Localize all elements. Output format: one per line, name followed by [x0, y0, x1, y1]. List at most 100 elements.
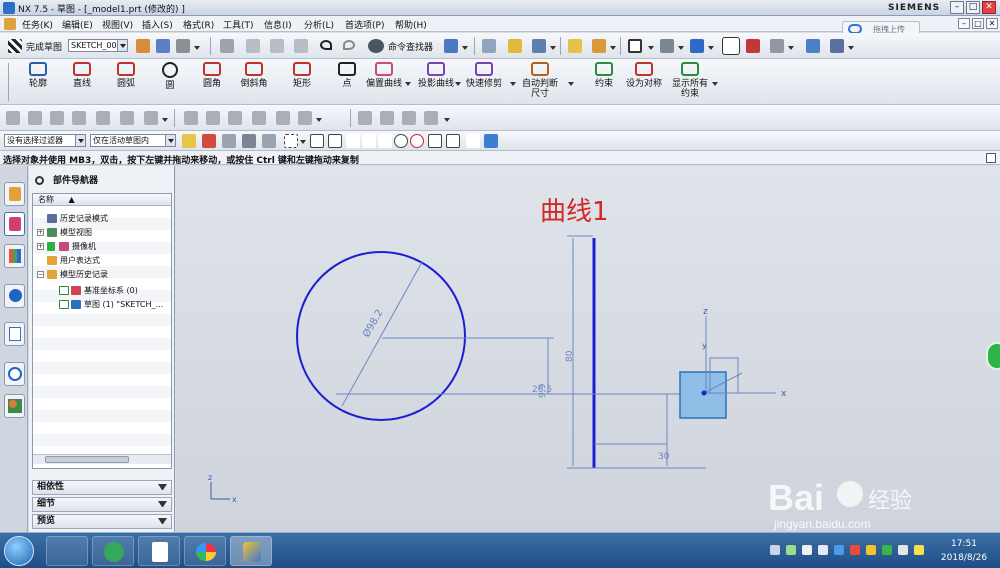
menu-preferences[interactable]: 首选项(P)	[345, 18, 384, 31]
expand-icon[interactable]: +	[37, 229, 44, 236]
tray-input-icon[interactable]	[818, 545, 828, 555]
tray-network-icon[interactable]	[882, 545, 892, 555]
floating-speed-widget[interactable]	[986, 342, 1000, 370]
tree-node[interactable]: + 摄像机	[37, 240, 169, 253]
menu-insert[interactable]: 插入(S)	[142, 18, 173, 31]
snap-existing-point-icon[interactable]	[428, 134, 442, 148]
type-filter-select[interactable]: 没有选择过滤器	[4, 134, 86, 147]
chevron-down-icon[interactable]	[462, 46, 468, 50]
finish-sketch-icon[interactable]	[8, 39, 22, 53]
tree-node[interactable]: 基准坐标系 (0)	[49, 284, 169, 297]
doc-close-button[interactable]: ✕	[986, 18, 998, 29]
assembly-navigator-tab[interactable]	[4, 182, 25, 206]
menu-edit[interactable]: 编辑(E)	[62, 18, 93, 31]
taskbar-app-document[interactable]	[138, 536, 180, 566]
snap-enable-icon[interactable]	[310, 134, 324, 148]
snap-point-on-surface-icon[interactable]	[466, 134, 480, 148]
tool-offset-curve-button[interactable]: 偏置曲线	[362, 62, 406, 89]
snap-quadrant-icon[interactable]	[410, 134, 424, 148]
part-navigator-tab[interactable]	[4, 212, 25, 236]
selection-scope-select[interactable]: 仅在活动草图内	[90, 134, 176, 147]
collapse-icon[interactable]: −	[37, 271, 44, 278]
transform-icon[interactable]	[532, 39, 546, 53]
measure-angle-icon[interactable]	[592, 39, 606, 53]
tree-node[interactable]: 草图 (1) "SKETCH_...	[49, 298, 169, 311]
doc-restore-button[interactable]: □	[972, 18, 984, 29]
chevron-down-icon[interactable]	[708, 46, 714, 50]
select-feature-icon[interactable]	[242, 134, 256, 148]
sketch-view-icon[interactable]	[722, 37, 740, 55]
name-column-header[interactable]: 名称 ▲	[33, 194, 171, 206]
snap-intersection-icon[interactable]	[378, 134, 392, 148]
tray-app-icon[interactable]	[834, 545, 844, 555]
menu-analysis[interactable]: 分析(L)	[304, 18, 334, 31]
web-browser-tab[interactable]	[4, 284, 25, 308]
preview-panel[interactable]: 预览	[32, 514, 172, 529]
tool-show-constraints-button[interactable]: 显示所有 约束	[668, 62, 712, 99]
tool-rectangle-button[interactable]: 矩形	[280, 62, 324, 89]
chevron-down-icon[interactable]	[610, 46, 616, 50]
expand-icon[interactable]: +	[37, 243, 44, 250]
snap-endpoint-icon[interactable]	[328, 134, 342, 148]
tool-chamfer-button[interactable]: 倒斜角	[232, 62, 276, 89]
tool-constraint-button[interactable]: 约束	[582, 62, 626, 89]
scrollbar-thumb[interactable]	[45, 456, 129, 463]
tray-flag-icon[interactable]	[914, 545, 924, 555]
snap-midpoint-icon[interactable]	[346, 134, 360, 148]
tool-project-curve-button[interactable]: 投影曲线	[414, 62, 458, 89]
undo-icon[interactable]	[320, 40, 332, 50]
snap-control-point-icon[interactable]	[362, 134, 376, 148]
tool-profile-button[interactable]: 轮廓	[16, 62, 60, 89]
tray-expand-icon[interactable]	[770, 545, 780, 555]
menu-format[interactable]: 格式(R)	[183, 18, 214, 31]
tray-sound-icon[interactable]	[898, 545, 908, 555]
horizontal-offset-dimension[interactable]: 30	[658, 452, 670, 462]
tray-wechat-icon[interactable]	[786, 545, 796, 555]
horizontal-scrollbar[interactable]	[33, 454, 171, 464]
sketch-orient-icon[interactable]	[156, 39, 170, 53]
tray-volume-icon[interactable]	[850, 545, 860, 555]
chevron-down-icon[interactable]	[788, 46, 794, 50]
tree-node[interactable]: + 模型视图	[37, 226, 169, 239]
taskbar-app-paint[interactable]	[184, 536, 226, 566]
chevron-down-icon[interactable]	[568, 82, 574, 86]
general-select-icon[interactable]	[182, 134, 196, 148]
start-button[interactable]	[4, 536, 34, 566]
tree-node[interactable]: − 模型历史记录	[37, 268, 169, 281]
menu-task[interactable]: 任务(K)	[22, 18, 53, 31]
rotate-view-icon[interactable]	[660, 39, 674, 53]
chevron-down-icon[interactable]	[510, 82, 516, 86]
view-section-icon[interactable]	[806, 39, 820, 53]
copy-icon[interactable]	[270, 39, 284, 53]
taskbar-app-nx[interactable]	[230, 536, 272, 566]
vertical-length-dimension[interactable]: 80	[565, 350, 575, 362]
tree-node[interactable]: 用户表达式	[37, 254, 169, 267]
maximize-view-icon[interactable]	[986, 153, 996, 163]
rectangle-select-icon[interactable]	[284, 134, 298, 148]
cut-icon[interactable]	[246, 39, 260, 53]
work-layer-icon[interactable]	[830, 39, 844, 53]
reuse-library-tab[interactable]	[4, 244, 25, 268]
taskbar-app-browser[interactable]	[92, 536, 134, 566]
tree-node[interactable]: 历史记录模式	[37, 212, 169, 225]
chevron-down-icon[interactable]	[848, 46, 854, 50]
menu-info[interactable]: 信息(I)	[264, 18, 292, 31]
fit-view-icon[interactable]	[628, 39, 642, 53]
select-chain-icon[interactable]	[222, 134, 236, 148]
tool-quick-trim-button[interactable]: 快速修剪	[462, 62, 506, 89]
command-finder-button[interactable]: 命令查找器	[388, 40, 433, 53]
chevron-down-icon[interactable]	[678, 46, 684, 50]
system-clock[interactable]: 17:51 2018/8/26	[940, 537, 988, 565]
checkbox-checked-icon[interactable]	[59, 286, 69, 295]
clock-tab[interactable]	[4, 362, 25, 386]
graphics-window[interactable]: 曲线1 Ø98.2 80 9.9 26.5 30 x z y z x	[176, 166, 1000, 532]
paste-icon[interactable]	[294, 39, 308, 53]
move-object-icon[interactable]	[508, 39, 522, 53]
taskbar-app-photoshop[interactable]	[46, 536, 88, 566]
selection-icon[interactable]	[444, 39, 458, 53]
chevron-down-icon[interactable]	[300, 140, 306, 144]
snap-point-on-curve-icon[interactable]	[446, 134, 460, 148]
chevron-down-icon[interactable]	[550, 46, 556, 50]
chevron-down-icon[interactable]	[455, 82, 461, 86]
chevron-down-icon[interactable]	[648, 46, 654, 50]
